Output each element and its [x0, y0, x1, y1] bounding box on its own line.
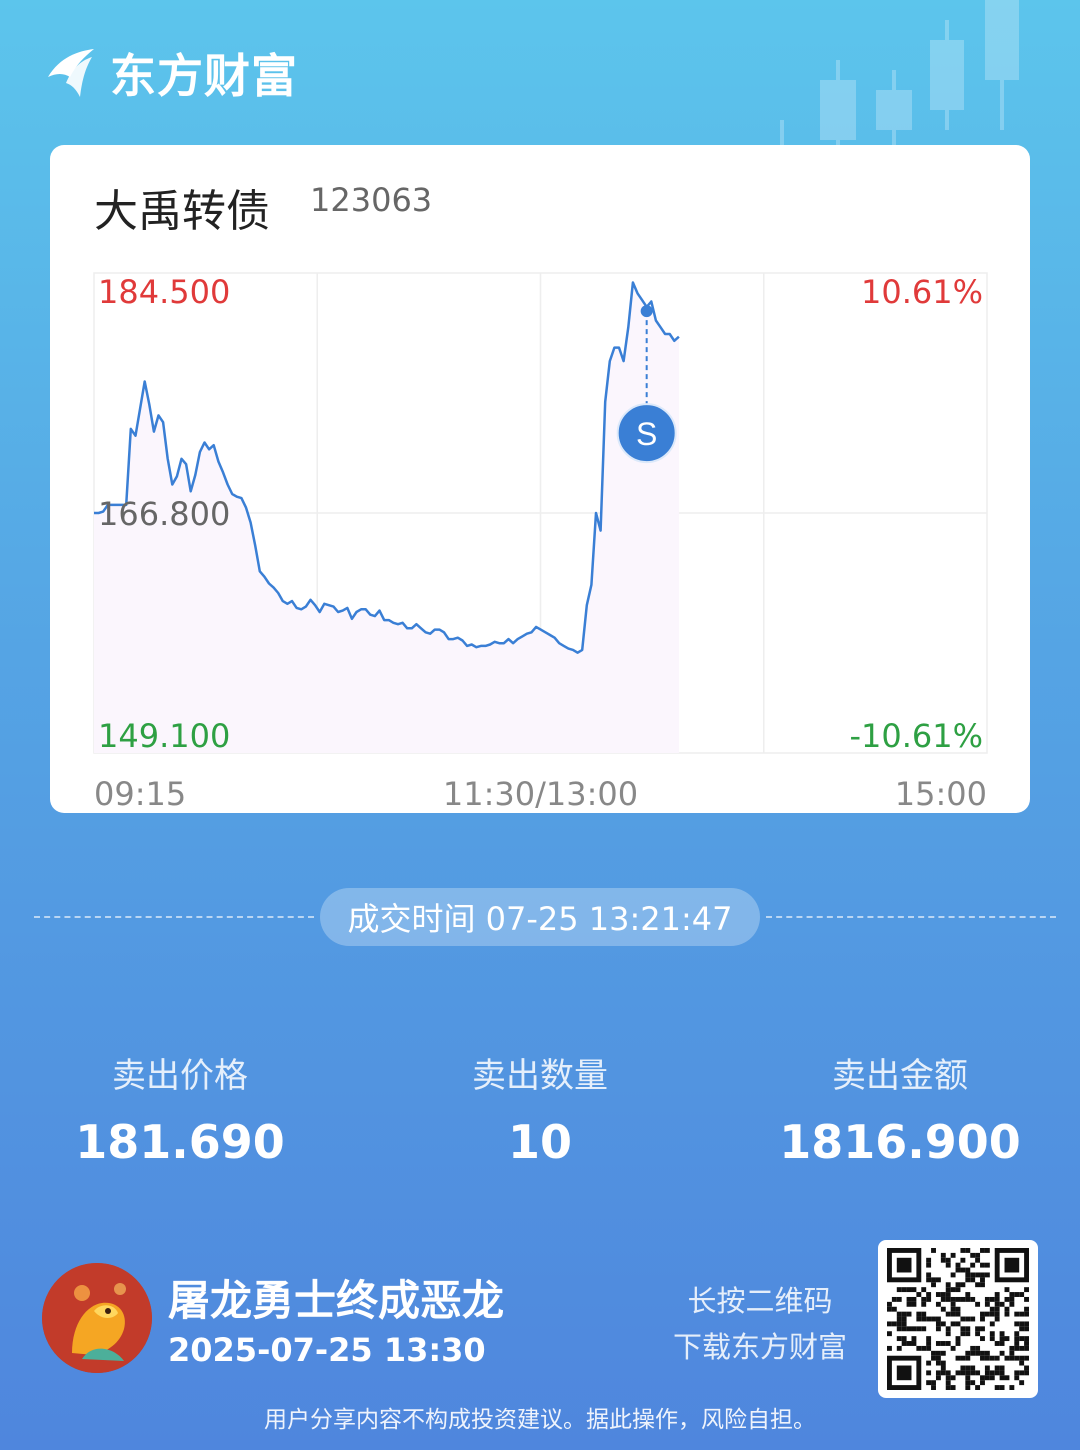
dragon-avatar-icon [42, 1263, 152, 1373]
qr-hint-line-2: 下载东方财富 [672, 1330, 847, 1364]
disclaimer: 用户分享内容不构成投资建议。据此操作，风险自担。 [264, 1407, 816, 1433]
dashed-divider-right [766, 916, 1056, 918]
background-candlestick-decoration [780, 0, 1019, 150]
qr-code[interactable] [878, 1240, 1038, 1398]
stock-chart-card[interactable]: 大禹转债 123063 S 184.500 166.800 149.100 10.61%… [50, 145, 1030, 813]
y-axis-bottom-label: 149.100 [98, 717, 230, 755]
sell-price-value: 181.690 [75, 1115, 285, 1169]
x-axis-label-close: 15:00 [895, 775, 987, 813]
trade-stats: 卖出价格 181.690 卖出数量 10 卖出金额 1816.900 [0, 1048, 1080, 1169]
sell-amount-stat: 卖出金额 1816.900 [720, 1048, 1080, 1169]
x-axis-label-midday: 11:30/13:00 [443, 775, 638, 813]
trade-time-row: 成交时间 07-25 13:21:47 [0, 888, 1080, 946]
eastmoney-logo-icon [48, 49, 94, 97]
sell-amount-value: 1816.900 [779, 1115, 1021, 1169]
dashed-divider-left [34, 916, 314, 918]
sell-quantity-label: 卖出数量 [472, 1056, 608, 1096]
brand-logo: 东方财富 [40, 40, 298, 106]
avatar[interactable] [42, 1263, 152, 1373]
trade-time-badge: 成交时间 07-25 13:21:47 [320, 888, 760, 946]
pct-axis-top-label: 10.61% [861, 273, 983, 311]
intraday-price-chart[interactable]: S 184.500 166.800 149.100 10.61% -10.61% 09:15… [50, 145, 1030, 813]
user-info[interactable]: 屠龙勇士终成恶龙 2025-07-25 13:30 [42, 1263, 662, 1373]
sell-quantity-stat: 卖出数量 10 [360, 1048, 720, 1169]
sell-price-label: 卖出价格 [112, 1056, 248, 1096]
y-axis-top-label: 184.500 [98, 273, 230, 311]
brand-name: 东方财富 [110, 49, 298, 103]
y-axis-mid-label: 166.800 [98, 495, 230, 533]
qr-code-icon [887, 1248, 1029, 1390]
share-date: 2025-07-25 13:30 [168, 1331, 486, 1369]
sell-quantity-value: 10 [507, 1115, 572, 1169]
sell-marker-label: S [636, 416, 657, 452]
pct-axis-bottom-label: -10.61% [849, 717, 983, 755]
username: 屠龙勇士终成恶龙 [168, 1276, 505, 1325]
qr-hint: 长按二维码 下载东方财富 [660, 1278, 860, 1370]
x-axis-label-open: 09:15 [94, 775, 186, 813]
sell-amount-label: 卖出金额 [832, 1056, 968, 1096]
qr-hint-line-1: 长按二维码 [687, 1284, 833, 1318]
sell-price-stat: 卖出价格 181.690 [0, 1048, 360, 1169]
sell-marker-dot [640, 305, 653, 318]
